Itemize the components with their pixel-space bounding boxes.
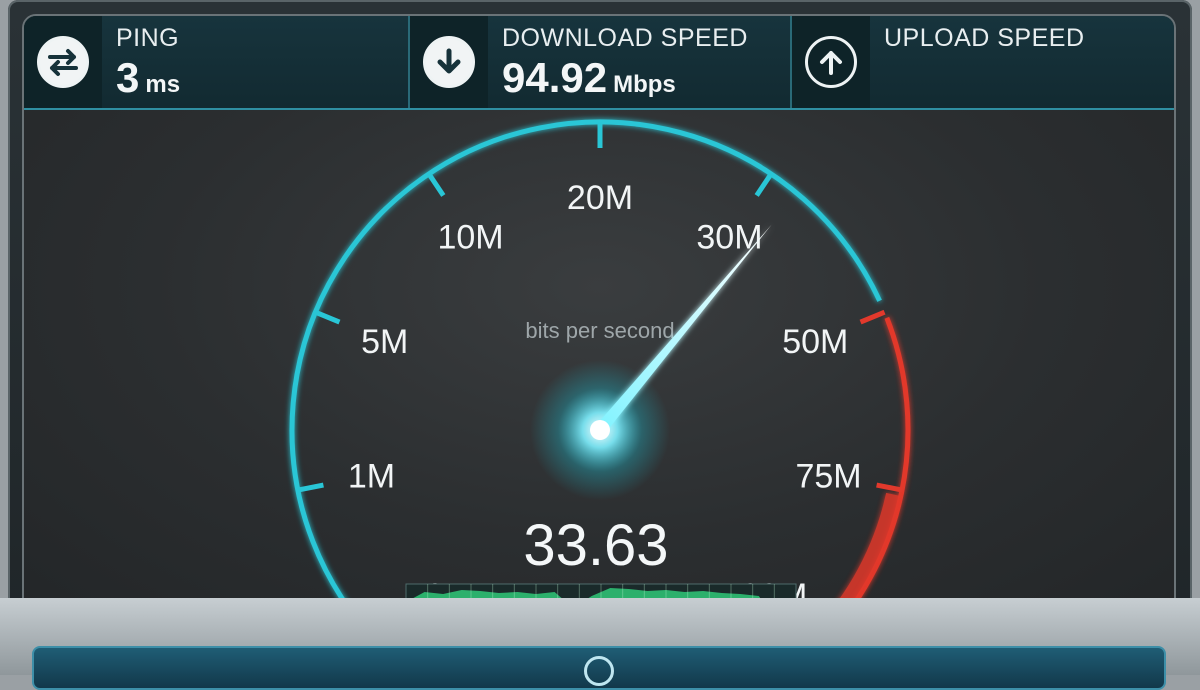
gauge-tick-label: 50M xyxy=(782,323,848,361)
gauge-tick xyxy=(876,482,903,493)
gauge-tick-label: 30M xyxy=(696,218,762,256)
gauge-tick-label: 75M xyxy=(795,457,861,495)
gauge-tick xyxy=(314,309,341,325)
gauge-tick-label: 1M xyxy=(348,457,395,495)
gauge-tick xyxy=(426,172,446,197)
needle-hub xyxy=(590,420,610,440)
gauge-tick xyxy=(859,309,886,325)
gauge-tick xyxy=(754,172,774,197)
bottom-knob-icon[interactable] xyxy=(584,656,614,686)
gauge-tick-label: 5M xyxy=(361,323,408,361)
speed-gauge: 01M5M10M20M30M50M75M100M bits per second… xyxy=(289,119,911,650)
gauge-tick-label: 20M xyxy=(567,179,633,217)
gauge-tick-label: 10M xyxy=(437,218,503,256)
gauge-tick xyxy=(297,482,324,493)
unit-label: bits per second xyxy=(525,318,674,343)
current-speed-value: 33.63 xyxy=(523,513,668,578)
